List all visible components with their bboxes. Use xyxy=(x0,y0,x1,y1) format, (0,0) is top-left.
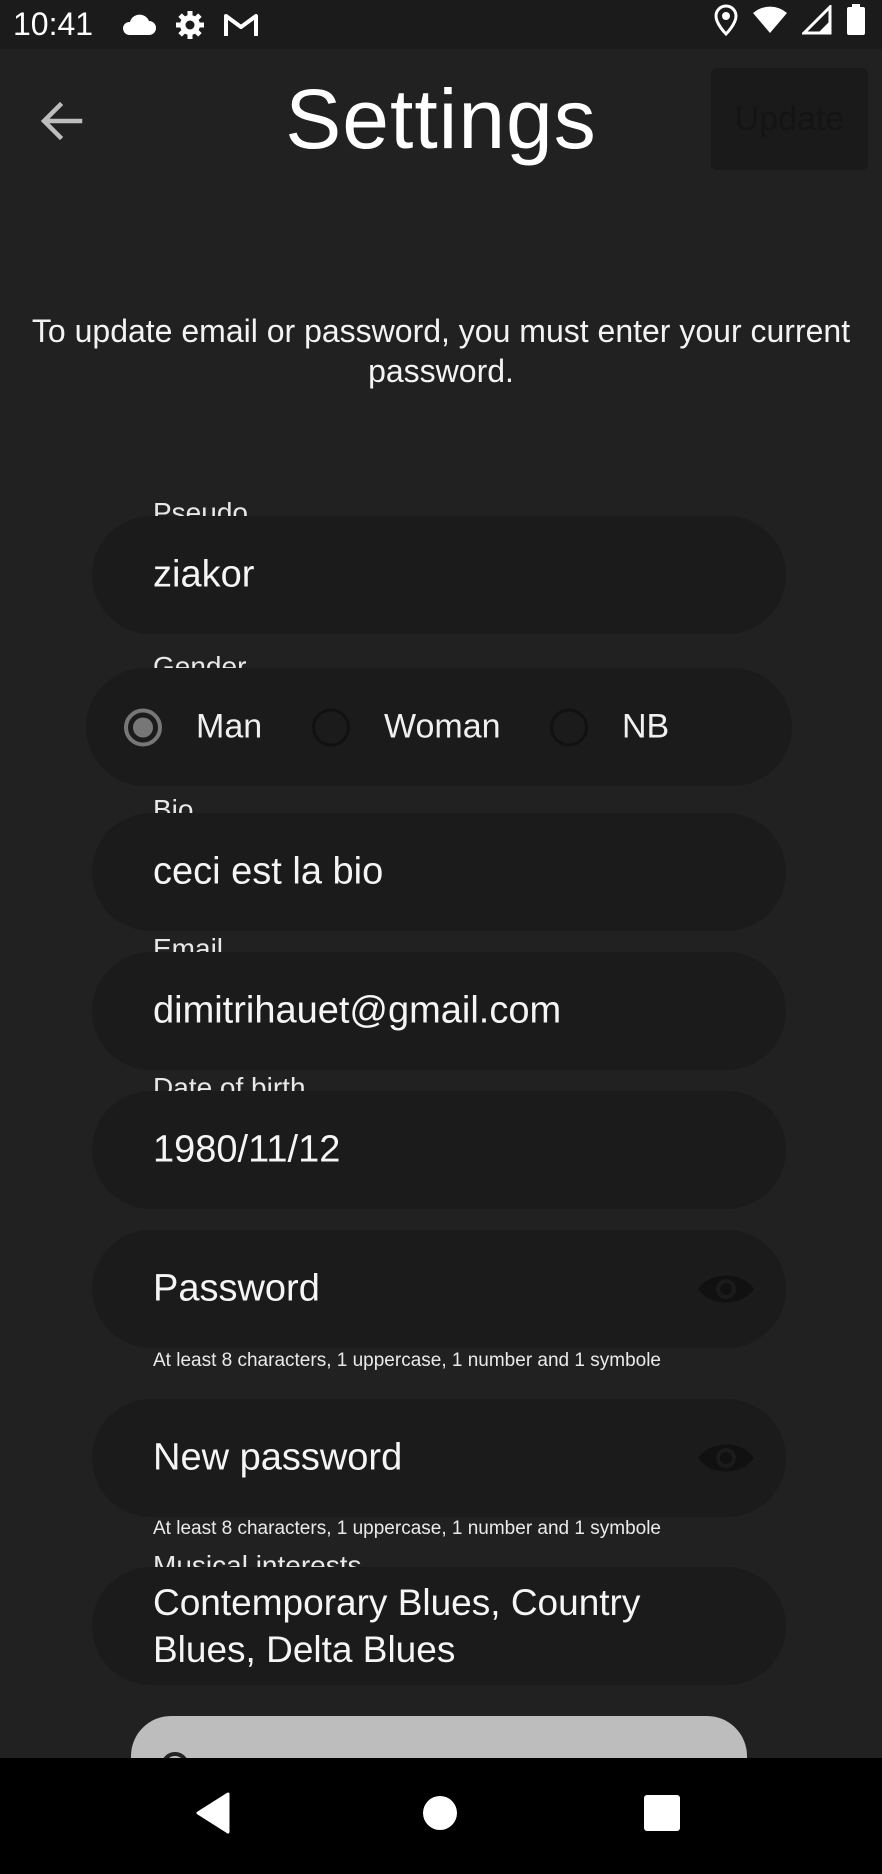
new-password-helper: At least 8 characters, 1 uppercase, 1 nu… xyxy=(153,1518,661,1539)
pseudo-input[interactable]: ziakor xyxy=(92,516,786,634)
gender-option-label: NB xyxy=(622,707,670,746)
status-bar: 10:41 xyxy=(0,0,882,49)
musical-interests-value: Contemporary Blues, Country Blues, Delta… xyxy=(153,1582,641,1670)
battery-icon xyxy=(847,4,865,35)
dob-input[interactable]: 1980/11/12 xyxy=(92,1091,786,1209)
eye-icon[interactable] xyxy=(696,1438,756,1478)
update-button[interactable]: Update xyxy=(711,68,868,170)
cloud-icon xyxy=(123,14,157,35)
new-password-input[interactable]: New password xyxy=(92,1399,786,1517)
app-bar: Settings Update xyxy=(0,49,882,189)
signal-icon xyxy=(802,5,832,35)
radio-unchecked-icon xyxy=(312,708,350,746)
wifi-icon xyxy=(753,6,787,34)
gender-option-man[interactable]: Man xyxy=(124,708,262,747)
new-password-placeholder: New password xyxy=(153,1436,403,1479)
status-time: 10:41 xyxy=(13,6,94,42)
musical-interests-input[interactable]: Contemporary Blues, Country Blues, Delta… xyxy=(92,1567,786,1685)
gender-option-woman[interactable]: Woman xyxy=(312,708,501,747)
info-text: To update email or password, you must en… xyxy=(31,313,851,389)
back-triangle-icon[interactable] xyxy=(194,1792,232,1834)
gender-option-nb[interactable]: NB xyxy=(550,708,669,747)
gender-option-label: Man xyxy=(196,707,263,746)
eye-icon[interactable] xyxy=(696,1269,756,1309)
gmail-icon xyxy=(224,13,259,36)
gender-radio-group: Man Woman NB xyxy=(86,668,792,786)
password-helper: At least 8 characters, 1 uppercase, 1 nu… xyxy=(153,1350,661,1371)
system-nav-bar xyxy=(0,1758,882,1874)
email-value: dimitrihauet@gmail.com xyxy=(153,989,562,1032)
pseudo-value: ziakor xyxy=(153,553,255,596)
radio-unchecked-icon xyxy=(550,708,588,746)
radio-checked-icon xyxy=(124,708,162,746)
recents-square-icon[interactable] xyxy=(643,1792,681,1834)
bio-value: ceci est la bio xyxy=(153,850,384,893)
password-placeholder: Password xyxy=(153,1267,320,1310)
email-input[interactable]: dimitrihauet@gmail.com xyxy=(92,952,786,1070)
home-circle-icon[interactable] xyxy=(421,1792,459,1834)
gender-option-label: Woman xyxy=(384,707,501,746)
bio-input[interactable]: ceci est la bio xyxy=(92,813,786,931)
location-icon xyxy=(714,4,738,36)
password-input[interactable]: Password xyxy=(92,1230,786,1348)
dob-value: 1980/11/12 xyxy=(153,1128,341,1171)
gear-icon xyxy=(176,10,205,39)
